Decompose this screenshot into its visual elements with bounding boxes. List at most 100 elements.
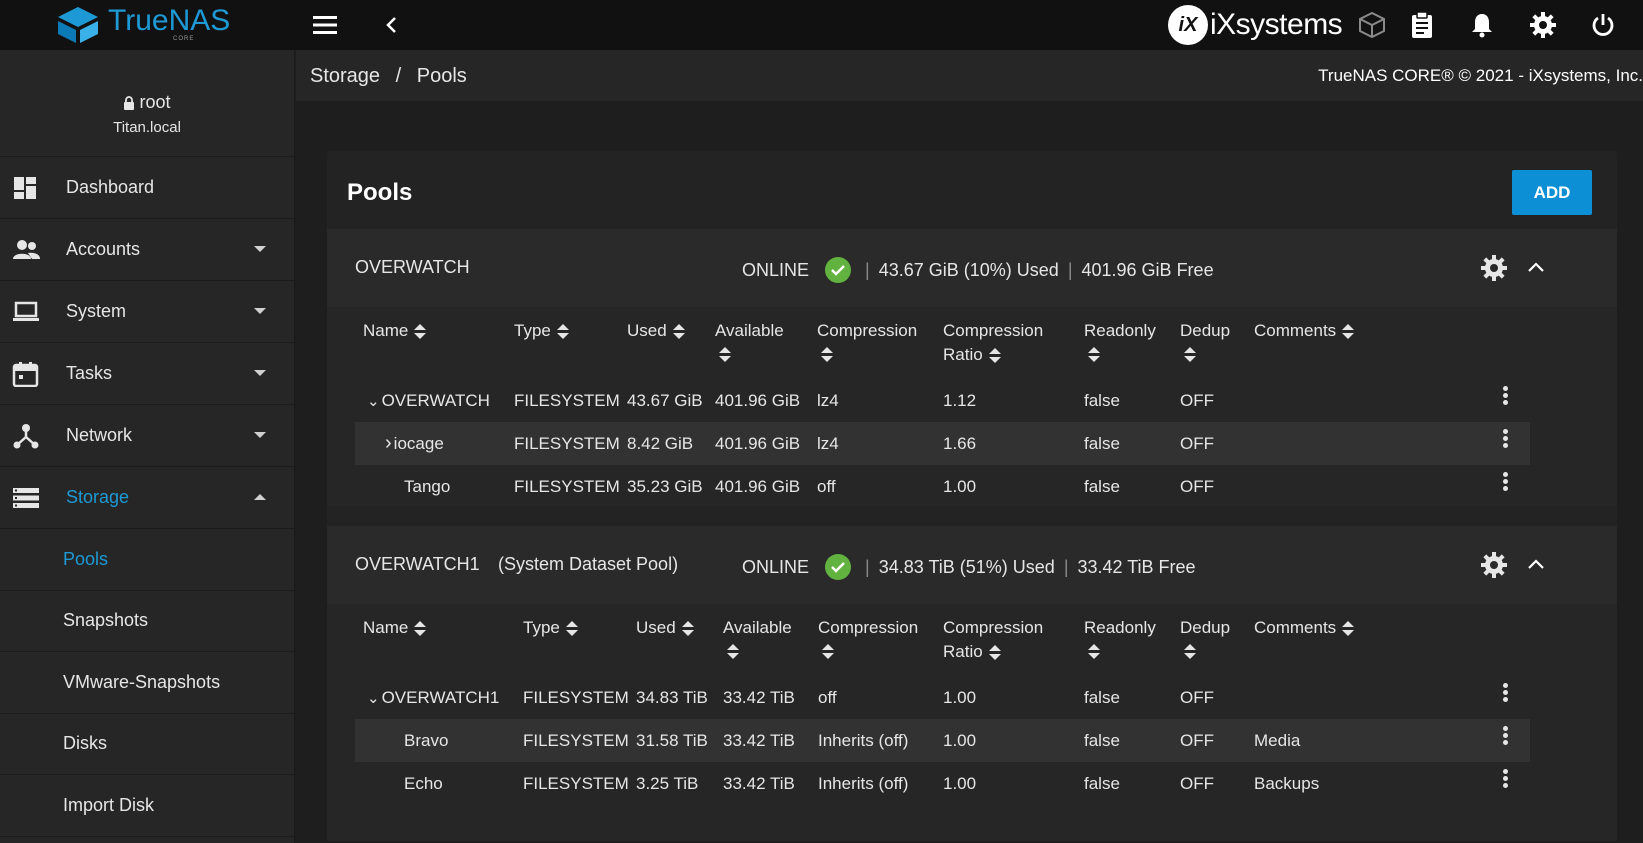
pool-name: OVERWATCH (355, 257, 470, 277)
col-header-name[interactable]: Name (363, 319, 427, 343)
cell-used: 8.42 GiB (627, 434, 694, 453)
row-actions-kebab-icon[interactable] (1497, 427, 1513, 453)
user-block: root Titan.local (0, 50, 294, 157)
truenas-logo[interactable]: TrueNAS CORE (56, 3, 236, 47)
cell-comments: Backups (1254, 774, 1320, 793)
sidebar-subitem-vmware-snapshots[interactable]: VMware-Snapshots (0, 652, 294, 714)
ixsystems-logo[interactable]: iX iXsystems (1168, 5, 1343, 45)
check-circle-icon (825, 554, 852, 580)
row-actions-kebab-icon[interactable] (1497, 724, 1513, 750)
cell-ratio: 1.00 (943, 477, 977, 496)
laptop-icon (13, 301, 39, 321)
cell-dedup: OFF (1180, 391, 1214, 410)
col-header-name[interactable]: Name (363, 616, 427, 640)
table-row[interactable]: Bravo FILESYSTEM 31.58 TiB 33.42 TiB Inh… (355, 719, 1530, 762)
table-row[interactable]: ⌄ OVERWATCH1 FILESYSTEM 34.83 TiB 33.42 T… (327, 676, 1617, 719)
col-header-comments[interactable]: Comments (1254, 616, 1355, 640)
col-header-compression-ratio[interactable]: Compression Ratio (943, 616, 1043, 664)
pool-subtitle: (System Dataset Pool) (498, 554, 679, 574)
cell-name: ⌄ OVERWATCH1 (367, 688, 500, 707)
sort-icon (1088, 644, 1100, 660)
col-header-type[interactable]: Type (523, 616, 578, 640)
caret-down-icon (254, 432, 266, 438)
sidebar-subitem-label: Disks (63, 733, 107, 754)
pool-used: 34.83 TiB (51%) Used (878, 556, 1055, 577)
table-row[interactable]: Echo FILESYSTEM 3.25 TiB 33.42 TiB Inher… (327, 762, 1617, 805)
table-row[interactable]: Tango FILESYSTEM 35.23 GiB 401.96 GiB of… (327, 465, 1617, 508)
power-button[interactable] (1586, 8, 1620, 42)
add-pool-button[interactable]: ADD (1512, 170, 1592, 215)
sidebar-subitem-snapshots[interactable]: Snapshots (0, 591, 294, 652)
chevron-up-icon[interactable] (1525, 554, 1547, 576)
chevron-down-icon[interactable]: ⌄ (367, 689, 380, 707)
cell-compression: off (818, 688, 837, 707)
alerts-button[interactable] (1465, 8, 1499, 42)
col-header-used[interactable]: Used (627, 319, 685, 343)
sort-icon (414, 620, 427, 637)
pool-free: 401.96 GiB Free (1081, 259, 1214, 280)
table-row[interactable]: ⌄ OVERWATCH FILESYSTEM 43.67 GiB 401.96 G… (327, 379, 1617, 422)
col-header-available[interactable]: Available (723, 616, 792, 660)
task-manager-button[interactable] (1405, 8, 1439, 42)
cell-comments: Media (1254, 731, 1301, 750)
divider: | (865, 259, 870, 280)
pool-header[interactable]: OVERWATCH ONLINE | 43.67 GiB (10%) Used … (327, 229, 1617, 307)
col-header-readonly[interactable]: Readonly (1084, 616, 1156, 660)
sidebar-item-dashboard[interactable]: Dashboard (0, 157, 294, 219)
sidebar-subitem-disks[interactable]: Disks (0, 714, 294, 775)
cell-dedup: OFF (1180, 688, 1214, 707)
row-actions-kebab-icon[interactable] (1497, 767, 1513, 793)
chevron-right-icon[interactable]: › (385, 433, 392, 453)
chevron-up-icon[interactable] (1525, 257, 1547, 279)
pool-used: 43.67 GiB (10%) Used (878, 259, 1059, 280)
sidebar-item-tasks[interactable]: Tasks (0, 343, 294, 405)
col-header-available[interactable]: Available (715, 319, 784, 363)
sidebar-item-accounts[interactable]: Accounts (0, 219, 294, 281)
col-header-dedup[interactable]: Dedup (1180, 319, 1230, 363)
pool-header[interactable]: OVERWATCH1 (System Dataset Pool) ONLINE … (327, 526, 1617, 604)
sidebar-subitem-label: VMware-Snapshots (63, 671, 221, 692)
row-actions-kebab-icon[interactable] (1497, 470, 1513, 496)
truecommand-icon (1359, 11, 1385, 39)
settings-button[interactable] (1526, 8, 1560, 42)
cell-available: 33.42 TiB (723, 688, 795, 707)
cell-name: › iocage (385, 432, 444, 454)
sidebar-item-storage[interactable]: Storage (0, 467, 294, 529)
row-actions-kebab-icon[interactable] (1497, 681, 1513, 707)
sidebar-subitem-label: Import Disk (63, 794, 155, 815)
col-header-readonly[interactable]: Readonly (1084, 319, 1156, 363)
sidebar-item-label: Accounts (66, 239, 141, 259)
sort-icon (1342, 620, 1355, 637)
sort-icon (1088, 347, 1100, 363)
top-bar: TrueNAS CORE iX iXsystems (0, 0, 1643, 50)
chevron-down-icon[interactable]: ⌄ (367, 392, 380, 410)
truecommand-button[interactable] (1355, 8, 1389, 42)
col-header-compression-ratio[interactable]: Compression Ratio (943, 319, 1043, 367)
row-actions-kebab-icon[interactable] (1497, 384, 1513, 410)
sort-icon (1184, 347, 1196, 363)
pool-settings-gear-icon[interactable] (1480, 551, 1508, 579)
sort-icon (1342, 323, 1355, 340)
col-header-dedup[interactable]: Dedup (1180, 616, 1230, 660)
sort-icon (556, 323, 569, 340)
col-header-compression[interactable]: Compression (818, 616, 918, 660)
sidebar-subitem-import-disk[interactable]: Import Disk (0, 775, 294, 837)
sidebar-item-label: Network (66, 425, 133, 445)
sidebar-item-system[interactable]: System (0, 281, 294, 343)
user-name-row: root (0, 92, 294, 113)
col-header-comments[interactable]: Comments (1254, 319, 1355, 343)
table-row[interactable]: › iocage FILESYSTEM 8.42 GiB 401.96 GiB l… (355, 422, 1530, 465)
breadcrumb-storage[interactable]: Storage (310, 65, 380, 87)
col-header-type[interactable]: Type (514, 319, 569, 343)
cell-dedup: OFF (1180, 477, 1214, 496)
pool-settings-gear-icon[interactable] (1480, 254, 1508, 282)
sidebar-subitem-label: Snapshots (63, 610, 149, 631)
sidebar-subitem-pools[interactable]: Pools (0, 529, 294, 591)
menu-toggle-button[interactable] (308, 8, 342, 42)
sidebar-item-network[interactable]: Network (0, 405, 294, 467)
cell-available: 401.96 GiB (715, 391, 801, 410)
col-header-compression[interactable]: Compression (817, 319, 917, 363)
collapse-sidebar-button[interactable] (374, 8, 408, 42)
sort-icon (565, 620, 578, 637)
col-header-used[interactable]: Used (636, 616, 694, 640)
